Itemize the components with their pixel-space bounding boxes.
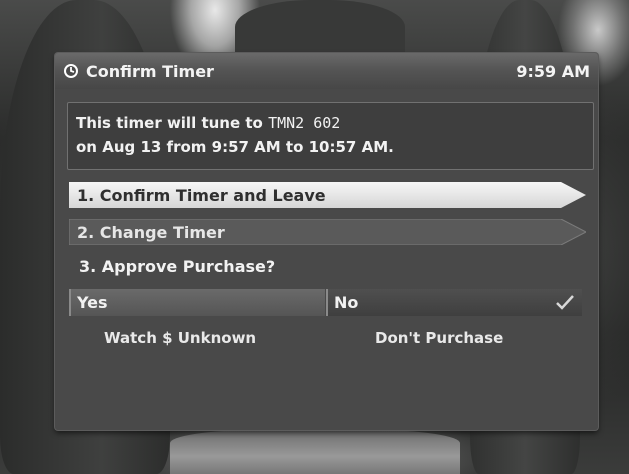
no-description: Don't Purchase bbox=[375, 329, 504, 347]
yes-label: Yes bbox=[77, 293, 108, 312]
tree-silhouette bbox=[170, 430, 460, 474]
no-label: No bbox=[334, 293, 359, 312]
confirm-timer-leave-option[interactable]: 1. Confirm Timer and Leave bbox=[69, 182, 586, 208]
change-timer-label: 2. Change Timer bbox=[77, 222, 225, 242]
timer-info-prefix: This timer will tune to bbox=[76, 114, 269, 132]
confirm-timer-leave-label: 1. Confirm Timer and Leave bbox=[77, 185, 326, 205]
channel-name: TMN2 602 bbox=[268, 114, 341, 132]
timer-info-box: This timer will tune to TMN2 602 on Aug … bbox=[67, 102, 594, 170]
purchase-no-button[interactable]: No bbox=[326, 289, 582, 316]
clock-time: 9:59 AM bbox=[516, 61, 590, 81]
timer-icon bbox=[63, 63, 79, 79]
timer-info-line1: This timer will tune to TMN2 602 bbox=[76, 111, 593, 135]
purchase-yes-button[interactable]: Yes bbox=[69, 289, 325, 316]
dialog-titlebar: Confirm Timer 9:59 AM bbox=[55, 53, 598, 89]
change-timer-option[interactable]: 2. Change Timer bbox=[69, 219, 586, 245]
checkmark-icon bbox=[556, 295, 574, 310]
confirm-timer-dialog: Confirm Timer 9:59 AM This timer will tu… bbox=[55, 53, 598, 430]
dialog-title: Confirm Timer bbox=[86, 61, 214, 81]
approve-purchase-question: 3. Approve Purchase? bbox=[79, 257, 276, 276]
yes-description: Watch $ Unknown bbox=[104, 329, 257, 347]
tree-silhouette bbox=[235, 0, 405, 60]
timer-info-line2: on Aug 13 from 9:57 AM to 10:57 AM. bbox=[76, 138, 394, 156]
